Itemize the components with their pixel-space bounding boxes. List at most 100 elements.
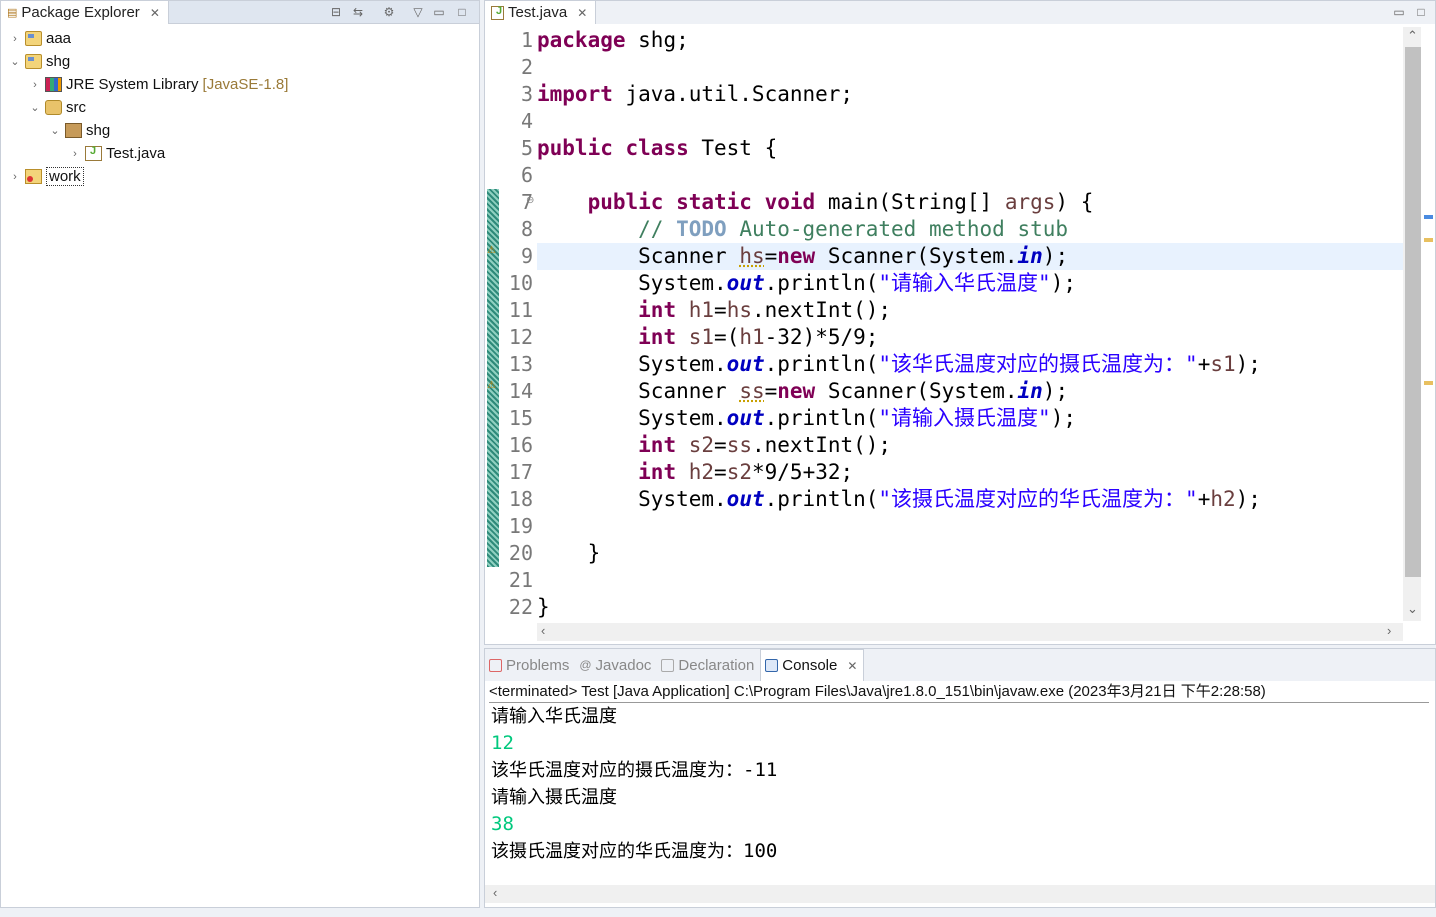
- editor-view: Test.java ✕ ▭ □ ⚠ ⚠ 1 2 3 4 5 6 7 8 9 10…: [484, 0, 1436, 645]
- tree-item-src[interactable]: ⌄ src: [29, 96, 86, 119]
- line-number: 8: [520, 217, 533, 241]
- tab-label: Javadoc: [595, 656, 652, 674]
- tree-item-label: shg: [46, 53, 71, 70]
- overview-marker[interactable]: [1424, 215, 1433, 219]
- editor-tab-label: Test.java: [508, 4, 568, 21]
- tree-item-shg-project[interactable]: ⌄ shg: [9, 50, 70, 73]
- line-number: 18: [508, 487, 533, 511]
- code-line: System.out.println("请输入华氏温度");: [638, 271, 1076, 295]
- code-line: int h2=s2*9/5+32;: [638, 460, 854, 484]
- editor-horizontal-scrollbar[interactable]: ‹ ›: [537, 623, 1403, 641]
- code-line: }: [537, 595, 550, 619]
- line-number: 6: [520, 163, 533, 187]
- chevron-down-icon[interactable]: ⌄: [29, 101, 41, 114]
- line-number: 14: [508, 379, 533, 403]
- scroll-up-icon[interactable]: ⌃: [1407, 28, 1418, 44]
- link-with-editor-icon[interactable]: ⇆: [350, 4, 366, 20]
- tab-javadoc[interactable]: @ Javadoc: [575, 649, 657, 681]
- tab-declaration[interactable]: Declaration: [657, 649, 760, 681]
- view-menu-icon[interactable]: ▽: [410, 4, 426, 20]
- tree-item-jre-library[interactable]: › JRE System Library [JavaSE-1.8]: [29, 73, 288, 96]
- tree-item-test-java[interactable]: › Test.java: [69, 142, 165, 165]
- package-explorer-tab[interactable]: ▤ Package Explorer ✕: [1, 1, 169, 24]
- source-folder-icon: [45, 100, 62, 115]
- close-icon[interactable]: ✕: [847, 659, 857, 673]
- scroll-right-icon[interactable]: ›: [1387, 623, 1391, 638]
- project-icon: [25, 31, 42, 46]
- bottom-tabbar: Problems @ Javadoc Declaration Console ✕: [485, 649, 1435, 681]
- minimize-icon[interactable]: ▭: [1391, 4, 1407, 20]
- tab-console[interactable]: Console ✕: [760, 649, 865, 681]
- console-output-line: 请输入华氏温度: [491, 706, 617, 727]
- console-horizontal-scrollbar[interactable]: ‹: [485, 885, 1435, 903]
- code-line: System.out.println("该摄氏温度对应的华氏温度为："+h2);: [638, 487, 1261, 511]
- console-process-label: <terminated> Test [Java Application] C:\…: [489, 681, 1429, 703]
- tree-item-label: src: [66, 99, 86, 116]
- line-number: 19: [508, 514, 533, 538]
- overview-ruler: [1423, 27, 1435, 621]
- tree-item-label: shg: [86, 122, 111, 139]
- code-line: public class Test {: [537, 136, 778, 160]
- java-file-icon: [491, 5, 504, 20]
- tree-item-aaa[interactable]: › aaa: [9, 27, 71, 50]
- library-icon: [45, 77, 62, 92]
- chevron-right-icon[interactable]: ›: [29, 79, 41, 91]
- close-icon[interactable]: ✕: [577, 6, 587, 20]
- tree-item-shg-package[interactable]: ⌄ shg: [49, 119, 110, 142]
- tab-label: Problems: [506, 656, 570, 674]
- line-number: 16: [508, 433, 533, 457]
- code-line: // TODO Auto-generated method stub: [638, 217, 1069, 241]
- code-line: Scanner ss=new Scanner(System.in);: [638, 379, 1069, 403]
- console-output-line: 该摄氏温度对应的华氏温度为：100: [491, 840, 778, 862]
- tree-item-work[interactable]: › work: [9, 165, 84, 188]
- tab-problems[interactable]: Problems: [485, 649, 575, 681]
- editor-tab-test-java[interactable]: Test.java ✕: [485, 1, 597, 24]
- package-explorer-title: Package Explorer: [21, 4, 140, 21]
- filter-icon[interactable]: ⚙: [381, 4, 397, 20]
- javadoc-icon: @: [579, 658, 592, 672]
- line-number: 15: [508, 406, 533, 430]
- java-file-icon: [85, 145, 102, 161]
- line-number: 12: [508, 325, 533, 349]
- line-number: 20: [508, 541, 533, 565]
- collapse-all-icon[interactable]: ⊟: [328, 4, 344, 20]
- line-number: 13: [508, 352, 533, 376]
- code-line: System.out.println("该华氏温度对应的摄氏温度为："+s1);: [638, 352, 1261, 376]
- line-number: 5: [520, 136, 533, 160]
- declaration-icon: [661, 658, 675, 672]
- status-strip: [0, 908, 1436, 917]
- chevron-down-icon[interactable]: ⌄: [9, 55, 21, 68]
- chevron-right-icon[interactable]: ›: [9, 171, 21, 183]
- code-line: System.out.println("请输入摄氏温度");: [638, 406, 1076, 430]
- project-error-icon: [25, 169, 42, 184]
- overview-marker[interactable]: [1424, 238, 1433, 242]
- scroll-left-icon[interactable]: ‹: [541, 623, 545, 638]
- chevron-right-icon[interactable]: ›: [9, 33, 21, 45]
- problems-icon: [489, 658, 502, 672]
- package-explorer-tabbar: ▤ Package Explorer ✕ ⊟ ⇆ ⚙ ▽ ▭ □: [1, 1, 479, 24]
- code-line: int s1=(h1-32)*5/9;: [638, 325, 879, 349]
- maximize-icon[interactable]: □: [1413, 4, 1429, 20]
- fold-collapse-icon[interactable]: ⊖: [526, 195, 534, 206]
- scroll-left-icon[interactable]: ‹: [493, 885, 497, 900]
- line-number: 21: [508, 568, 533, 592]
- console-output-line: 请输入摄氏温度: [491, 787, 617, 808]
- package-icon: [65, 123, 82, 138]
- line-number: 17: [508, 460, 533, 484]
- console-view: Problems @ Javadoc Declaration Console ✕…: [484, 648, 1436, 908]
- code-line: import java.util.Scanner;: [537, 82, 854, 106]
- chevron-right-icon[interactable]: ›: [69, 148, 81, 160]
- code-line: int s2=ss.nextInt();: [638, 433, 892, 457]
- maximize-icon[interactable]: □: [454, 4, 470, 20]
- line-number: 3: [520, 82, 533, 106]
- overview-marker[interactable]: [1424, 381, 1433, 385]
- scroll-down-icon[interactable]: ⌄: [1407, 601, 1418, 617]
- chevron-down-icon[interactable]: ⌄: [49, 124, 61, 137]
- line-number: 22: [508, 595, 533, 619]
- minimize-icon[interactable]: ▭: [431, 4, 447, 20]
- editor-scroll-thumb[interactable]: [1405, 47, 1421, 577]
- code-line: }: [587, 541, 601, 565]
- close-icon[interactable]: ✕: [150, 6, 160, 20]
- code-line: public static void main(String[] args) {: [587, 190, 1094, 214]
- console-input-line: 38: [491, 813, 514, 835]
